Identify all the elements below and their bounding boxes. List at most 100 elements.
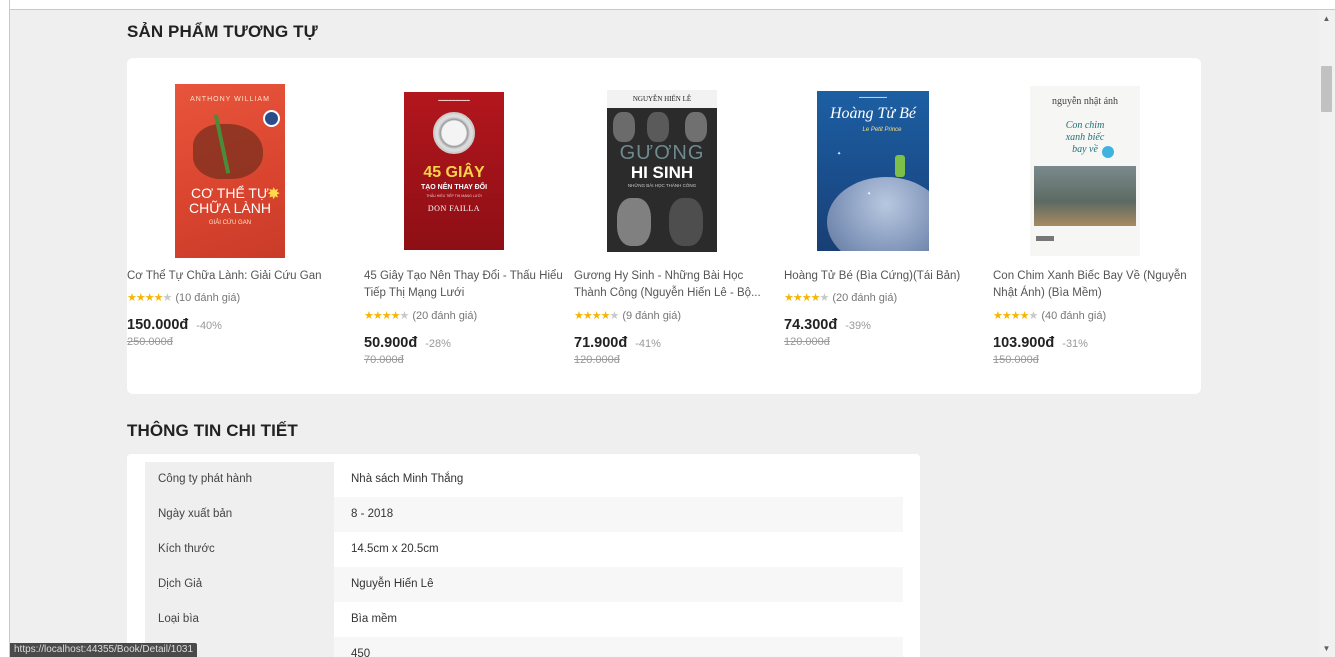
portrait-icon <box>613 112 635 142</box>
book-cover-image: ANTHONY WILLIAM CƠ THỂ TỰ CHỮA LÀNH GIẢI… <box>175 84 285 258</box>
detail-row: Kích thước 14.5cm x 20.5cm <box>145 532 903 567</box>
portrait-icon <box>685 112 707 142</box>
detail-key: Ngày xuất bản <box>145 497 334 532</box>
product-card-4[interactable]: ▬▬▬▬▬▬▬▬ Hoàng Tử Bé Le Petit Prince ✦ ✦… <box>784 58 984 394</box>
award-badge-icon <box>263 110 280 127</box>
discount-badge: -41% <box>635 338 661 350</box>
cover-top-text: ▬▬▬▬▬▬▬▬▬ <box>438 98 470 102</box>
product-detail-title: THÔNG TIN CHI TIẾT <box>127 421 298 440</box>
product-cover-2[interactable]: ▬▬▬▬▬▬▬▬▬ 45 GIÂY TẠO NÊN THAY ĐỔI THẤU … <box>364 84 574 258</box>
blue-bird-icon <box>1102 146 1114 158</box>
product-cover-3[interactable]: NGUYỄN HIẾN LÊ GƯƠNG HI SINH NHỮNG BÀI H… <box>574 84 784 258</box>
detail-value: 14.5cm x 20.5cm <box>351 543 439 555</box>
vertical-scrollbar[interactable]: ▲ ▼ <box>1318 10 1335 657</box>
rating-count: (9 đánh giá) <box>622 310 682 322</box>
cover-author: nguyễn nhật ánh <box>1051 96 1119 107</box>
detail-row: Ngày xuất bản 8 - 2018 <box>145 497 903 532</box>
detail-value: 450 <box>334 637 903 657</box>
planet-icon <box>827 177 929 251</box>
market-scene-icon <box>1034 166 1136 226</box>
original-price: 120.000đ <box>784 336 830 348</box>
cover-title-line1: Con chim <box>1065 120 1105 131</box>
product-price: 150.000đ <box>127 317 189 333</box>
little-prince-icon <box>895 155 905 177</box>
product-name[interactable]: 45 Giây Tạo Nên Thay Đổi - Thấu Hiểu Tiế… <box>364 268 564 302</box>
cover-title-line3: bay về <box>1072 144 1098 155</box>
product-name[interactable]: Hoàng Tử Bé (Bìa Cứng)(Tái Bản) <box>784 268 984 285</box>
price-row: 74.300đ -39% <box>784 316 871 334</box>
cover-subtitle: GIẢI CỨU GAN <box>208 220 252 226</box>
price-row: 150.000đ -40% <box>127 316 222 334</box>
cover-subtitle: NHỮNG BÀI HỌC THÀNH CÔNG <box>627 183 697 188</box>
cover-subtitle: THẤU HIỂU TIẾP THỊ MẠNG LƯỚI <box>426 194 482 198</box>
detail-row: Công ty phát hành Nhà sách Minh Thắng <box>145 462 903 497</box>
product-cover-4[interactable]: ▬▬▬▬▬▬▬▬ Hoàng Tử Bé Le Petit Prince ✦ ✦ <box>784 84 994 258</box>
book-cover-image: ▬▬▬▬▬▬▬▬ Hoàng Tử Bé Le Petit Prince ✦ ✦ <box>817 91 929 251</box>
cover-title-line1: GƯƠNG <box>619 142 705 164</box>
discount-badge: -40% <box>196 320 222 332</box>
portrait-icon <box>669 198 703 246</box>
book-cover-image: nguyễn nhật ánh Con chim xanh biếc bay v… <box>1030 86 1140 256</box>
portrait-icon <box>617 198 651 246</box>
star-dot-icon: ✦ <box>837 151 842 157</box>
product-card-5[interactable]: nguyễn nhật ánh Con chim xanh biếc bay v… <box>993 58 1193 394</box>
product-card-2[interactable]: ▬▬▬▬▬▬▬▬▬ 45 GIÂY TẠO NÊN THAY ĐỔI THẤU … <box>364 58 564 394</box>
product-name[interactable]: Cơ Thể Tự Chữa Lành: Giải Cứu Gan <box>127 268 327 285</box>
product-cover-1[interactable]: ANTHONY WILLIAM CƠ THỂ TỰ CHỮA LÀNH GIẢI… <box>127 84 337 258</box>
detail-key: Dịch Giả <box>145 567 334 602</box>
product-rating: ★★★★★ (20 đánh giá) <box>364 309 477 322</box>
book-cover-image: ▬▬▬▬▬▬▬▬▬ 45 GIÂY TẠO NÊN THAY ĐỔI THẤU … <box>404 92 504 250</box>
rating-count: (10 đánh giá) <box>175 292 241 304</box>
rating-stars-icon: ★★★★★ <box>364 310 409 322</box>
product-rating: ★★★★★ (9 đánh giá) <box>574 309 681 322</box>
price-row: 103.900đ -31% <box>993 334 1088 352</box>
product-price: 74.300đ <box>784 317 838 333</box>
price-row: 50.900đ -28% <box>364 334 451 352</box>
product-rating: ★★★★★ (20 đánh giá) <box>784 291 897 304</box>
scroll-up-arrow-icon[interactable]: ▲ <box>1318 10 1335 27</box>
original-price: 250.000đ <box>127 336 173 348</box>
product-detail-table: Công ty phát hành Nhà sách Minh Thắng Ng… <box>127 454 920 657</box>
cover-title-line2: HI SINH <box>630 163 694 182</box>
portrait-icon <box>647 112 669 142</box>
original-price: 70.000đ <box>364 354 404 366</box>
rating-count: (20 đánh giá) <box>412 310 478 322</box>
window-left-border <box>0 0 10 657</box>
rating-count: (20 đánh giá) <box>832 292 898 304</box>
window-top-border <box>0 0 1335 10</box>
cover-title-line1: 45 GIÂY <box>423 164 485 181</box>
product-price: 103.900đ <box>993 335 1055 351</box>
discount-badge: -31% <box>1062 338 1088 350</box>
detail-value: Bìa mềm <box>351 613 398 625</box>
sparkle-icon: ✸ <box>267 186 281 203</box>
stopwatch-icon <box>433 112 475 154</box>
cover-title-line1: Hoàng Tử Bé <box>829 105 917 122</box>
cover-title-line2: TẠO NÊN THAY ĐỔI <box>420 184 488 191</box>
detail-key: Kích thước <box>145 532 334 567</box>
product-rating: ★★★★★ (40 đánh giá) <box>993 309 1106 322</box>
cover-subtitle: Le Petit Prince <box>862 127 902 133</box>
star-dot-icon: ✦ <box>867 191 872 197</box>
detail-value: 8 - 2018 <box>334 497 903 532</box>
cover-author: ANTHONY WILLIAM <box>190 96 270 103</box>
detail-key: Công ty phát hành <box>145 462 334 497</box>
detail-value: Nguyễn Hiến Lê <box>334 567 903 602</box>
cover-title-line2: xanh biếc <box>1065 132 1105 143</box>
product-card-1[interactable]: ANTHONY WILLIAM CƠ THỂ TỰ CHỮA LÀNH GIẢI… <box>127 58 327 394</box>
product-name[interactable]: Con Chim Xanh Biếc Bay Về (Nguyễn Nhật Á… <box>993 268 1193 302</box>
scroll-down-arrow-icon[interactable]: ▼ <box>1318 640 1335 657</box>
product-card-3[interactable]: NGUYỄN HIẾN LÊ GƯƠNG HI SINH NHỮNG BÀI H… <box>574 58 774 394</box>
cover-author: NGUYỄN HIẾN LÊ <box>607 90 717 108</box>
detail-row: Loại bìa Bìa mềm <box>145 602 903 637</box>
product-price: 71.900đ <box>574 335 628 351</box>
product-name[interactable]: Gương Hy Sinh - Những Bài Học Thành Công… <box>574 268 774 302</box>
rating-stars-icon: ★★★★★ <box>784 292 829 304</box>
status-bar-url: https://localhost:44355/Book/Detail/1031 <box>10 643 198 657</box>
detail-key: Loại bìa <box>145 602 334 637</box>
product-cover-5[interactable]: nguyễn nhật ánh Con chim xanh biếc bay v… <box>993 84 1203 258</box>
publisher-logo-icon <box>1036 236 1054 241</box>
detail-value: Nhà sách Minh Thắng <box>351 473 464 485</box>
scrollbar-thumb[interactable] <box>1321 66 1332 112</box>
product-rating: ★★★★★ (10 đánh giá) <box>127 291 240 304</box>
rating-stars-icon: ★★★★★ <box>127 292 172 304</box>
